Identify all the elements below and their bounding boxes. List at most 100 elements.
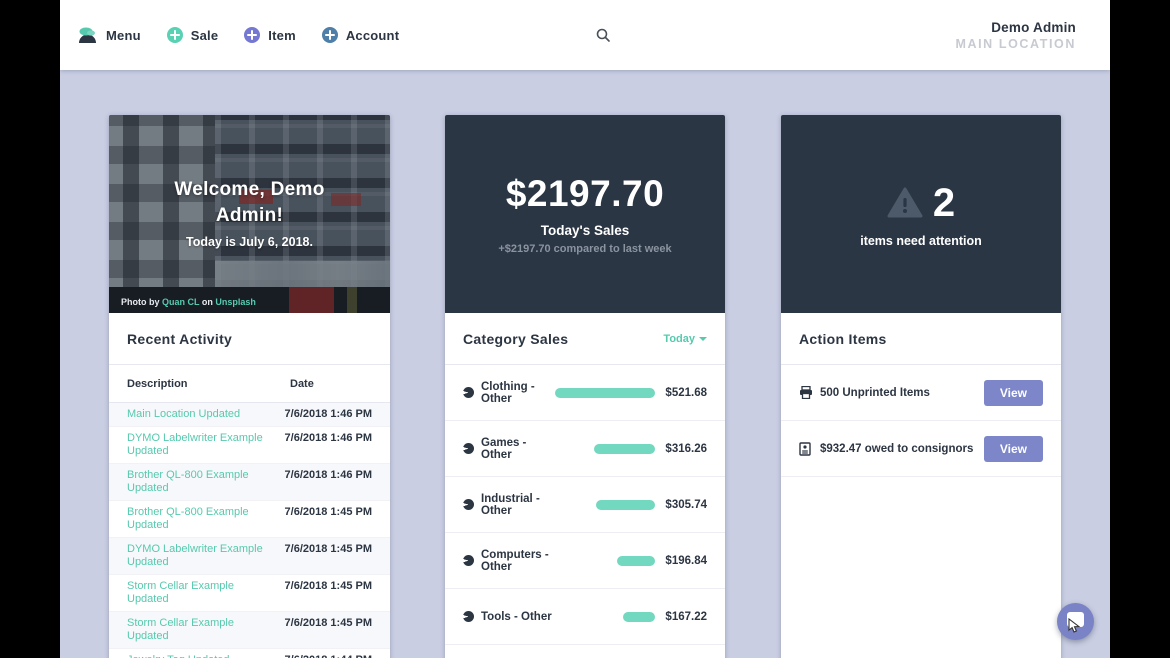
category-bar-fill <box>617 556 655 566</box>
category-row-partial: $ <box>445 645 725 658</box>
activity-row: Jewelry Tag Updated7/6/2018 1:44 PM <box>109 649 390 658</box>
activity-table-body: Main Location Updated7/6/2018 1:46 PMDYM… <box>109 403 390 658</box>
view-button[interactable]: View <box>984 380 1043 406</box>
user-name: Demo Admin <box>955 20 1076 35</box>
printer-icon <box>799 386 813 400</box>
activity-date: 7/6/2018 1:44 PM <box>285 654 372 658</box>
chat-widget-button[interactable] <box>1057 603 1094 640</box>
action-card: 2 items need attention Action Items 500 … <box>781 115 1061 658</box>
photo-credit: Photo by Quan CL on Unsplash <box>121 297 256 307</box>
search-button[interactable] <box>590 22 616 48</box>
category-sales-period-dropdown[interactable]: Today <box>663 333 707 345</box>
category-amount: $167.22 <box>655 611 707 623</box>
category-row: Tools - Other $167.22 <box>445 589 725 645</box>
nav-sale-label: Sale <box>191 28 219 43</box>
plus-icon <box>167 27 183 43</box>
pie-chart-icon <box>463 387 474 398</box>
activity-description-link[interactable]: Brother QL-800 Example Updated <box>127 506 285 532</box>
category-amount: $316.26 <box>655 443 707 455</box>
invoice-icon <box>799 442 813 456</box>
welcome-title-line1: Welcome, Demo <box>109 177 390 203</box>
view-button[interactable]: View <box>984 436 1043 462</box>
action-items-header: Action Items <box>781 313 1061 365</box>
category-sales-list: Clothing - Other $521.68 Games - Other $316… <box>445 365 725 658</box>
category-name: Tools - Other <box>481 611 555 623</box>
nav-new-item-button[interactable]: Item <box>244 27 296 43</box>
period-label: Today <box>663 333 695 345</box>
activity-description-link[interactable]: Storm Cellar Example Updated <box>127 580 285 606</box>
action-item-text: 500 Unprinted Items <box>820 387 984 399</box>
todays-sales-amount: $2197.70 <box>506 173 664 215</box>
category-bar-track <box>555 612 655 622</box>
activity-row: DYMO Labelwriter Example Updated7/6/2018… <box>109 427 390 464</box>
activity-description-link[interactable]: Storm Cellar Example Updated <box>127 617 285 643</box>
nav-left: Menu Sale Item <box>76 0 399 70</box>
sales-summary-header: $2197.70 Today's Sales +$2197.70 compare… <box>445 115 725 313</box>
sales-comparison: +$2197.70 compared to last week <box>498 243 671 255</box>
photo-author-link[interactable]: Quan CL <box>162 297 199 307</box>
warning-triangle-icon <box>887 187 923 219</box>
activity-description-link[interactable]: DYMO Labelwriter Example Updated <box>127 432 285 458</box>
category-amount: $305.74 <box>655 499 707 511</box>
category-name: Games - Other <box>481 437 555 461</box>
app-viewport: Menu Sale Item <box>60 0 1110 658</box>
unsplash-link[interactable]: Unsplash <box>215 297 256 307</box>
activity-date: 7/6/2018 1:46 PM <box>285 408 372 421</box>
category-name: Industrial - Other <box>481 493 555 517</box>
action-item-text: $932.47 owed to consignors <box>820 443 984 455</box>
app-logo-icon <box>76 25 98 45</box>
welcome-photo-header: Welcome, Demo Admin! Today is July 6, 20… <box>109 115 390 313</box>
category-amount: $521.68 <box>655 387 707 399</box>
activity-description-link[interactable]: Jewelry Tag Updated <box>127 654 285 658</box>
category-bar-track <box>555 556 655 566</box>
recent-activity-header: Recent Activity <box>109 313 390 365</box>
category-amount: $196.84 <box>655 555 707 567</box>
category-row: Clothing - Other $521.68 <box>445 365 725 421</box>
action-items-title: Action Items <box>799 331 887 347</box>
category-bar-fill <box>555 388 655 398</box>
nav-new-sale-button[interactable]: Sale <box>167 27 219 43</box>
attention-header: 2 items need attention <box>781 115 1061 313</box>
recent-activity-title: Recent Activity <box>127 331 232 347</box>
action-items-list: 500 Unprinted ItemsView$932.47 owed to c… <box>781 365 1061 477</box>
plus-icon <box>322 27 338 43</box>
activity-date: 7/6/2018 1:46 PM <box>285 432 372 458</box>
activity-date: 7/6/2018 1:45 PM <box>285 617 372 643</box>
activity-row: Brother QL-800 Example Updated7/6/2018 1… <box>109 501 390 538</box>
user-location: MAIN LOCATION <box>955 37 1076 51</box>
screen: Menu Sale Item <box>0 0 1170 658</box>
activity-date: 7/6/2018 1:45 PM <box>285 580 372 606</box>
activity-description-link[interactable]: Main Location Updated <box>127 408 285 421</box>
category-bar-fill <box>594 444 655 454</box>
search-icon <box>595 27 611 43</box>
welcome-message: Welcome, Demo Admin! Today is July 6, 20… <box>109 177 390 249</box>
welcome-card: Welcome, Demo Admin! Today is July 6, 20… <box>109 115 390 658</box>
todays-sales-label: Today's Sales <box>541 223 630 238</box>
column-description: Description <box>127 378 290 390</box>
activity-date: 7/6/2018 1:46 PM <box>285 469 372 495</box>
sales-card: $2197.70 Today's Sales +$2197.70 compare… <box>445 115 725 658</box>
activity-row: Brother QL-800 Example Updated7/6/2018 1… <box>109 464 390 501</box>
nav-item-label: Item <box>268 28 296 43</box>
category-sales-title: Category Sales <box>463 331 568 347</box>
attention-count: 2 <box>933 181 955 226</box>
category-name: Clothing - Other <box>481 381 555 405</box>
pie-chart-icon <box>463 555 474 566</box>
pie-chart-icon <box>463 443 474 454</box>
attention-label: items need attention <box>860 234 982 248</box>
action-item-row: 500 Unprinted ItemsView <box>781 365 1061 421</box>
user-menu[interactable]: Demo Admin MAIN LOCATION <box>955 20 1076 51</box>
nav-menu-button[interactable]: Menu <box>76 25 141 45</box>
nav-account-label: Account <box>346 28 399 43</box>
chat-bubble-icon <box>1067 612 1084 627</box>
activity-description-link[interactable]: DYMO Labelwriter Example Updated <box>127 543 285 569</box>
caret-down-icon <box>699 337 707 341</box>
pie-chart-icon <box>463 499 474 510</box>
activity-row: Main Location Updated7/6/2018 1:46 PM <box>109 403 390 427</box>
welcome-date: Today is July 6, 2018. <box>109 235 390 249</box>
nav-new-account-button[interactable]: Account <box>322 27 399 43</box>
category-row: Industrial - Other $305.74 <box>445 477 725 533</box>
activity-date: 7/6/2018 1:45 PM <box>285 506 372 532</box>
activity-description-link[interactable]: Brother QL-800 Example Updated <box>127 469 285 495</box>
column-date: Date <box>290 378 314 390</box>
